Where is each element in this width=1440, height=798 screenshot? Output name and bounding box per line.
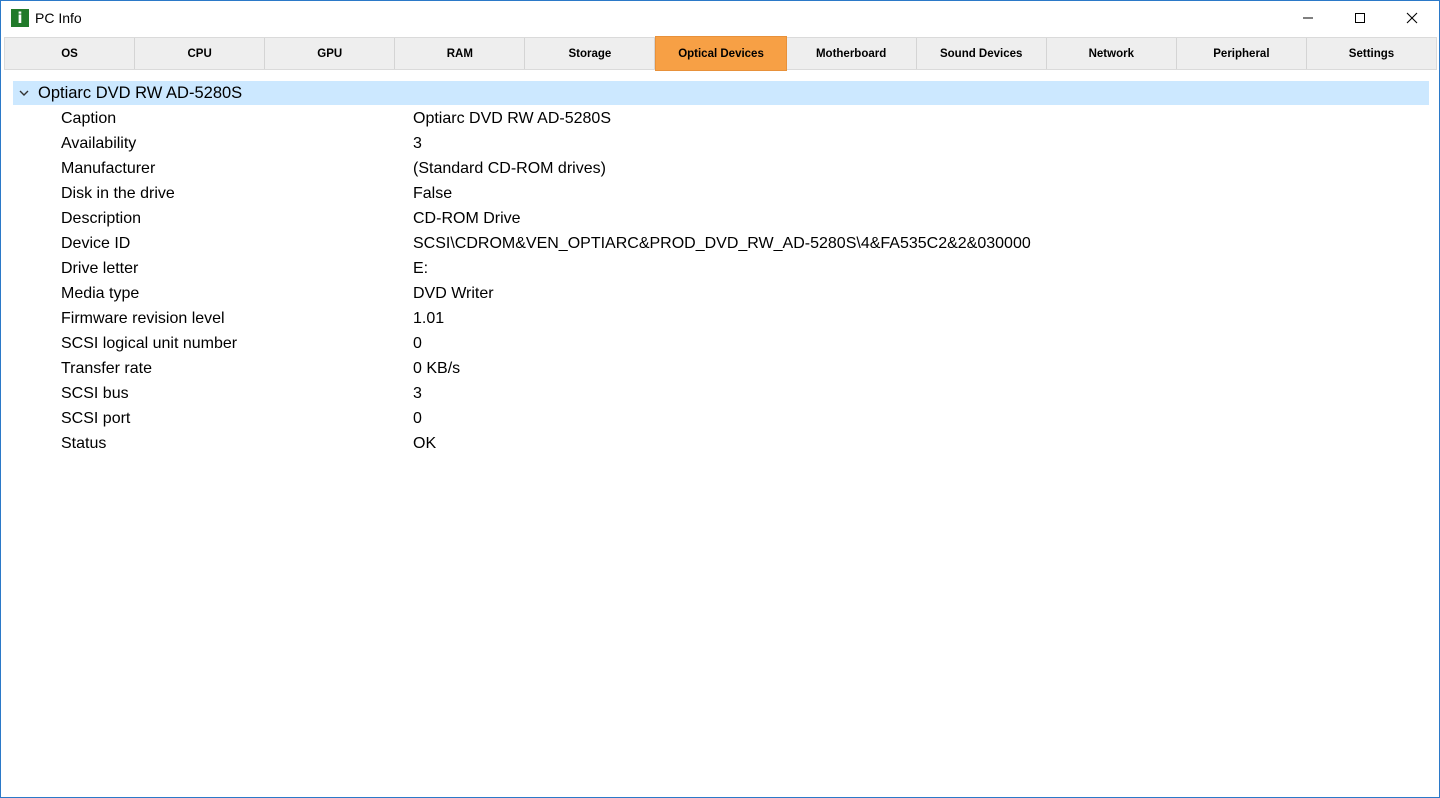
property-value: 0 KB/s xyxy=(413,359,461,377)
property-name: Transfer rate xyxy=(61,359,152,377)
minimize-button[interactable] xyxy=(1285,1,1331,35)
property-name: Availability xyxy=(61,134,137,152)
property-name: Status xyxy=(61,434,107,452)
property-name: Firmware revision level xyxy=(61,309,225,327)
property-row[interactable]: Description CD-ROM Drive xyxy=(13,206,1429,231)
property-name: Disk in the drive xyxy=(61,184,175,202)
property-value: (Standard CD-ROM drives) xyxy=(413,159,606,177)
property-value: DVD Writer xyxy=(413,284,494,302)
tab-sound-devices[interactable]: Sound Devices xyxy=(916,38,1047,69)
info-icon: i xyxy=(11,9,29,27)
maximize-icon xyxy=(1355,13,1365,23)
tab-cpu[interactable]: CPU xyxy=(135,38,266,69)
property-name: SCSI port xyxy=(61,409,131,427)
property-value: 3 xyxy=(413,134,422,152)
property-row[interactable]: SCSI logical unit number 0 xyxy=(13,331,1429,356)
device-name: Optiarc DVD RW AD-5280S xyxy=(38,83,243,102)
window-title: PC Info xyxy=(35,10,82,26)
property-value: OK xyxy=(413,434,437,452)
property-row[interactable]: Media type DVD Writer xyxy=(13,281,1429,306)
property-value: 1.01 xyxy=(413,309,445,327)
tab-network[interactable]: Network xyxy=(1046,38,1177,69)
property-name: Device ID xyxy=(61,234,131,252)
tab-gpu[interactable]: GPU xyxy=(265,38,396,69)
tab-bar: OS CPU GPU RAM Storage Optical Devices Motherb… xyxy=(4,36,1437,71)
property-name: Description xyxy=(61,209,142,227)
device-tree: Optiarc DVD RW AD-5280S Caption Optiarc D… xyxy=(13,81,1429,456)
tab-ram[interactable]: RAM xyxy=(395,38,526,69)
property-value: 0 xyxy=(413,334,422,352)
close-icon xyxy=(1406,12,1418,24)
property-row[interactable]: Firmware revision level 1.01 xyxy=(13,306,1429,331)
property-value: False xyxy=(413,184,453,202)
expander-toggle[interactable] xyxy=(13,81,35,105)
close-button[interactable] xyxy=(1389,1,1435,35)
property-value: CD-ROM Drive xyxy=(413,209,521,227)
property-row[interactable]: SCSI bus 3 xyxy=(13,381,1429,406)
tab-storage[interactable]: Storage xyxy=(525,38,656,69)
property-row[interactable]: Manufacturer (Standard CD-ROM drives) xyxy=(13,156,1429,181)
property-list: Caption Optiarc DVD RW AD-5280S Availabili… xyxy=(13,106,1429,456)
property-name: SCSI logical unit number xyxy=(61,334,238,352)
property-value: E: xyxy=(413,259,429,277)
tab-peripheral[interactable]: Peripheral xyxy=(1176,38,1307,69)
chevron-down-icon xyxy=(19,90,29,96)
property-name: SCSI bus xyxy=(61,384,129,402)
property-row[interactable]: Caption Optiarc DVD RW AD-5280S xyxy=(13,106,1429,131)
property-name: Manufacturer xyxy=(61,159,156,177)
tab-motherboard[interactable]: Motherboard xyxy=(786,38,917,69)
tab-optical-devices[interactable]: Optical Devices xyxy=(655,36,787,71)
property-value: 3 xyxy=(413,384,422,402)
maximize-button[interactable] xyxy=(1337,1,1383,35)
app-window: i PC Info OS CPU GPU RAM Storage Optical Devi… xyxy=(0,0,1440,798)
property-name: Caption xyxy=(61,109,117,127)
tab-settings[interactable]: Settings xyxy=(1306,38,1437,69)
property-row[interactable]: Availability 3 xyxy=(13,131,1429,156)
property-name: Drive letter xyxy=(61,259,139,277)
property-value: 0 xyxy=(413,409,422,427)
property-row[interactable]: Drive letter E: xyxy=(13,256,1429,281)
property-row[interactable]: SCSI port 0 xyxy=(13,406,1429,431)
minimize-icon xyxy=(1303,17,1313,19)
tree-node-device[interactable]: Optiarc DVD RW AD-5280S xyxy=(13,81,1429,105)
property-row[interactable]: Status OK xyxy=(13,431,1429,456)
property-row[interactable]: Transfer rate 0 KB/s xyxy=(13,356,1429,381)
property-value: Optiarc DVD RW AD-5280S xyxy=(413,109,611,127)
property-row[interactable]: Disk in the drive False xyxy=(13,181,1429,206)
title-bar[interactable]: i PC Info xyxy=(1,1,1439,35)
property-value: SCSI\CDROM&VEN_OPTIARC&PROD_DVD_RW_AD-52… xyxy=(413,234,1031,252)
tab-os[interactable]: OS xyxy=(5,38,136,69)
property-name: Media type xyxy=(61,284,140,302)
property-row[interactable]: Device ID SCSI\CDROM&VEN_OPTIARC&PROD_DVD… xyxy=(13,231,1429,256)
